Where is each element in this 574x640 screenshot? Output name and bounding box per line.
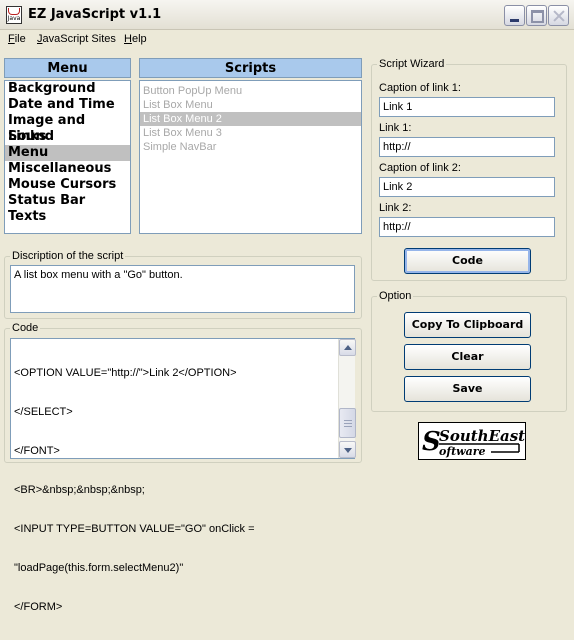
code-line: </FORM>: [14, 601, 63, 613]
code-scrollbar[interactable]: [338, 339, 356, 458]
menu-javascript-sites[interactable]: JavaScript Sites: [37, 33, 116, 45]
logo-line1: SouthEast: [439, 427, 525, 445]
script-item-button-popup-menu[interactable]: Button PopUp Menu: [140, 84, 361, 98]
caption-link-2-label: Caption of link 2:: [379, 162, 461, 174]
caption-link-1-label: Caption of link 1:: [379, 82, 461, 94]
code-line: </SELECT>: [14, 406, 73, 418]
save-button[interactable]: Save: [404, 376, 531, 402]
script-wizard-label: Script Wizard: [377, 58, 447, 70]
menu-javascript-sites-rest: avaScript Sites: [42, 33, 116, 45]
window-title: EZ JavaScript v1.1: [28, 7, 162, 22]
category-list-header: Menu: [4, 58, 131, 78]
category-item-status-bar[interactable]: Status Bar: [5, 193, 130, 209]
arrow-up-icon: [344, 345, 352, 350]
menu-file-rest: ile: [14, 33, 26, 45]
menu-file-accel: F: [8, 33, 15, 45]
logo-line2: oftware: [439, 445, 486, 458]
menu-help[interactable]: Help: [124, 33, 147, 45]
category-item-background[interactable]: Background: [5, 81, 130, 97]
scripts-list-header: Scripts: [139, 58, 362, 78]
menu-help-accel: H: [124, 33, 132, 45]
maximize-button[interactable]: [526, 5, 547, 26]
category-item-links[interactable]: Links: [5, 129, 130, 145]
script-item-list-box-menu[interactable]: List Box Menu: [140, 98, 361, 112]
description-label: Discription of the script: [10, 250, 126, 262]
category-list[interactable]: Background Date and Time Image and Sound…: [4, 80, 131, 234]
menu-help-rest: elp: [131, 33, 147, 45]
menu-bar: File JavaScript Sites Help: [0, 30, 574, 50]
clear-button[interactable]: Clear: [404, 344, 531, 370]
southeast-software-logo[interactable]: S SouthEast oftware: [418, 422, 526, 460]
option-label: Option: [377, 290, 414, 302]
category-item-menu[interactable]: Menu: [5, 145, 130, 161]
description-box[interactable]: A list box menu with a "Go" button.: [10, 265, 355, 313]
code-label: Code: [10, 322, 41, 334]
caption-link-1-input[interactable]: Link 1: [379, 97, 555, 117]
logo-initial: S: [422, 427, 441, 457]
link-2-label: Link 2:: [379, 202, 412, 214]
logo-graphic: S SouthEast oftware: [422, 427, 525, 458]
category-item-mouse-cursors[interactable]: Mouse Cursors: [5, 177, 130, 193]
scroll-up-button[interactable]: [339, 339, 356, 356]
link-2-input[interactable]: http://: [379, 217, 555, 237]
arrow-down-icon: [344, 448, 352, 453]
title-bar[interactable]: Java EZ JavaScript v1.1: [0, 0, 574, 30]
category-item-miscellaneous[interactable]: Miscellaneous: [5, 161, 130, 177]
script-item-list-box-menu-2[interactable]: List Box Menu 2: [140, 112, 361, 126]
minimize-button[interactable]: [504, 5, 525, 26]
copy-to-clipboard-button[interactable]: Copy To Clipboard: [404, 312, 531, 338]
code-line: <INPUT TYPE=BUTTON VALUE="GO" onClick =: [14, 523, 255, 535]
code-line: </FONT>: [14, 445, 60, 457]
link-1-label: Link 1:: [379, 122, 412, 134]
link-1-input[interactable]: http://: [379, 137, 555, 157]
script-item-list-box-menu-3[interactable]: List Box Menu 3: [140, 126, 361, 140]
category-item-image-and-sound[interactable]: Image and Sound: [5, 113, 130, 144]
category-item-date-and-time[interactable]: Date and Time: [5, 97, 130, 113]
category-item-texts[interactable]: Texts: [5, 209, 130, 225]
close-button[interactable]: [548, 5, 569, 26]
code-line: <OPTION VALUE="http://">Link 2</OPTION>: [14, 367, 237, 379]
script-item-simple-navbar[interactable]: Simple NavBar: [140, 140, 361, 154]
menu-file[interactable]: File: [8, 33, 26, 45]
code-button[interactable]: Code: [404, 248, 531, 274]
scroll-down-button[interactable]: [339, 441, 356, 458]
code-text: <OPTION VALUE="http://">Link 2</OPTION> …: [14, 341, 334, 640]
caption-link-2-input[interactable]: Link 2: [379, 177, 555, 197]
code-line: <BR>&nbsp;&nbsp;&nbsp;: [14, 484, 145, 496]
code-line: "loadPage(this.form.selectMenu2)": [14, 562, 184, 574]
code-textarea[interactable]: <OPTION VALUE="http://">Link 2</OPTION> …: [10, 338, 356, 613]
scripts-list[interactable]: Button PopUp Menu List Box Menu List Box…: [139, 80, 362, 234]
java-cup-icon: Java: [6, 6, 22, 24]
scroll-thumb[interactable]: [339, 408, 356, 438]
